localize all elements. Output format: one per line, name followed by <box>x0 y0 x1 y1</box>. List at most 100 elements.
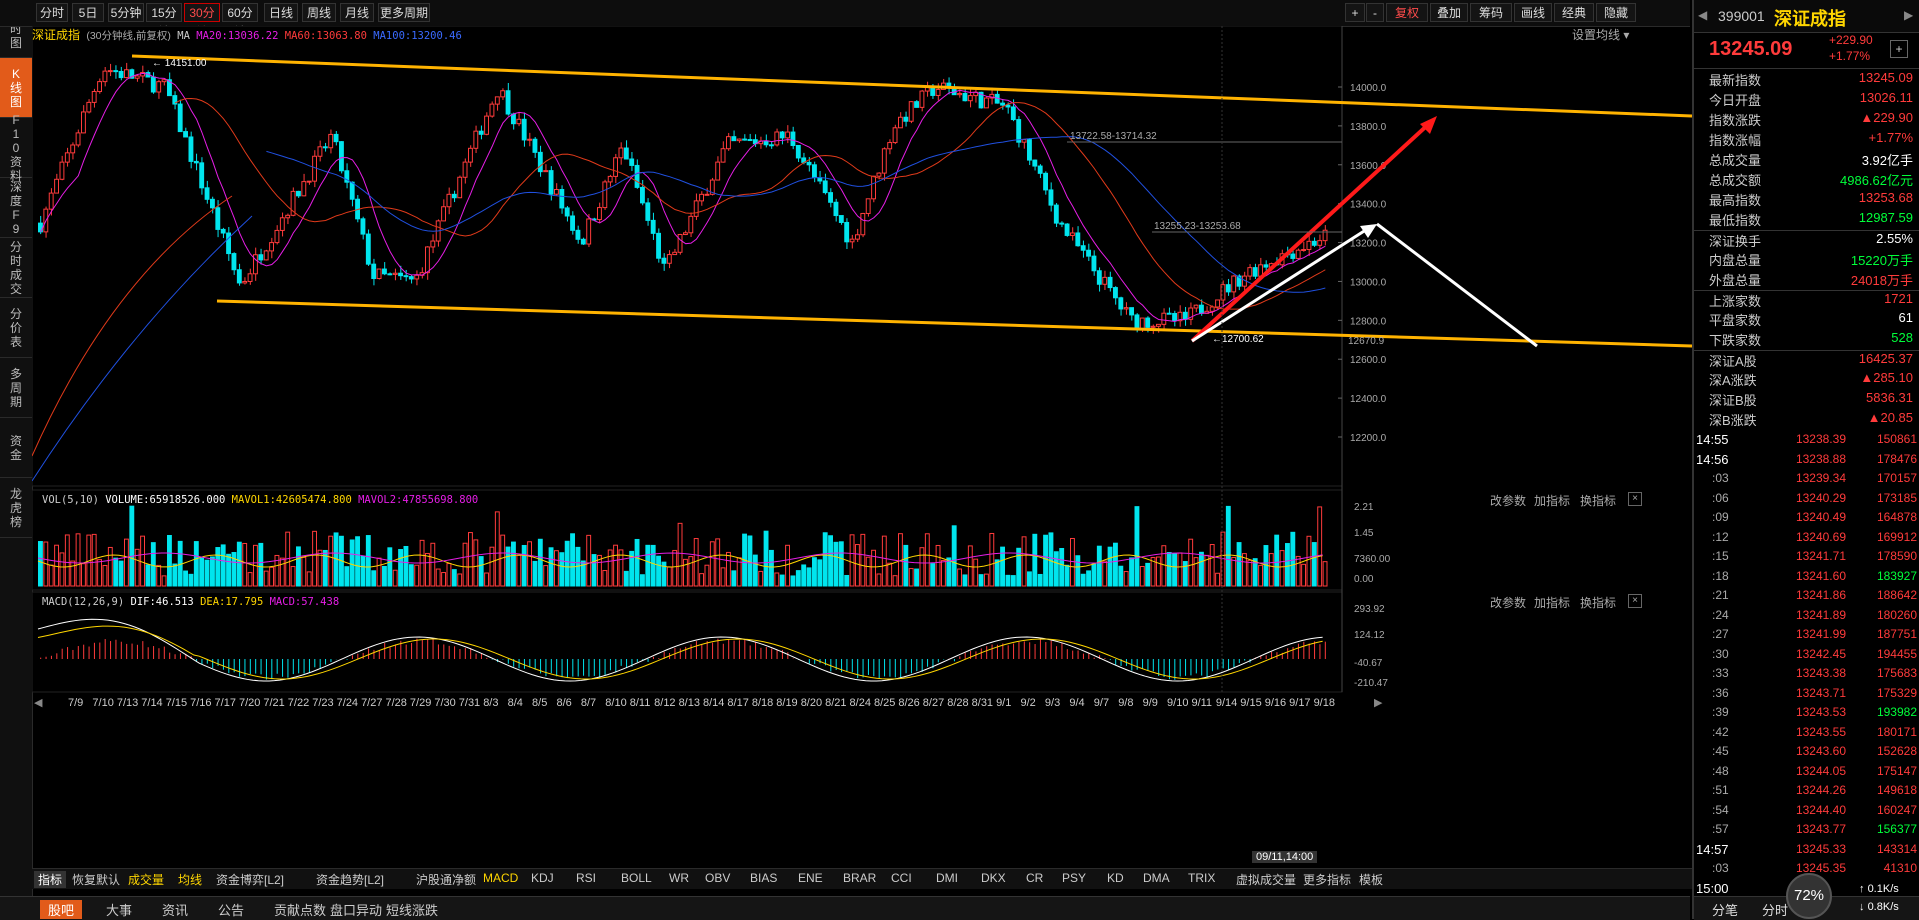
indicator-tab-9[interactable]: RSI <box>576 871 596 885</box>
volume-bar <box>226 553 231 587</box>
x-tick-label: 7/21 <box>263 697 284 709</box>
indicator-tab-4[interactable]: 资金博弈[L2] <box>216 871 284 888</box>
indicator-tab-11[interactable]: WR <box>669 871 689 885</box>
tick-row: :48 13244.05 175147 <box>1694 764 1919 784</box>
indicator-tab-24[interactable]: 虚拟成交量 <box>1236 871 1296 888</box>
candle-body <box>97 81 102 93</box>
indicator-tab-3[interactable]: 均线 <box>178 871 202 888</box>
period-1[interactable]: 5日 <box>72 3 104 22</box>
toolbar-btn-6[interactable]: 经典 <box>1554 3 1594 22</box>
indicator-tab-21[interactable]: KD <box>1107 871 1124 885</box>
prev-icon[interactable]: ◀ <box>1698 8 1707 22</box>
pane-btn-1-2[interactable]: 换指标 <box>1580 594 1616 611</box>
toolbar-btn-1[interactable]: - <box>1366 3 1384 22</box>
tick-row: :45 13243.60 152628 <box>1694 744 1919 764</box>
period-4[interactable]: 30分钟 <box>184 3 220 39</box>
price-tick-label: 12200.0 <box>1350 433 1387 444</box>
candle-body <box>59 161 65 180</box>
period-8[interactable]: 月线 <box>340 3 374 22</box>
indicator-tab-18[interactable]: DKX <box>981 871 1006 885</box>
pane-btn-1-0[interactable]: 改参数 <box>1490 594 1526 611</box>
volume-bar <box>193 541 199 587</box>
indicator-tab-25[interactable]: 更多指标 <box>1303 871 1351 888</box>
indicator-tab-10[interactable]: BOLL <box>621 871 652 885</box>
indicator-tab-12[interactable]: OBV <box>705 871 730 885</box>
toolbar-btn-0[interactable]: + <box>1345 3 1365 22</box>
bottom-tab-1[interactable]: 大事 <box>106 900 132 919</box>
volume-bar <box>269 566 274 587</box>
period-2[interactable]: 5分钟 <box>108 3 144 22</box>
sidebar-item-8[interactable]: 龙虎榜 <box>0 478 32 538</box>
indicator-tab-26[interactable]: 模板 <box>1359 871 1383 888</box>
sidebar-item-6[interactable]: 多周期 <box>0 358 32 418</box>
candle-body <box>301 181 307 197</box>
candle-body <box>1150 325 1156 328</box>
tab-ticks[interactable]: 分笔 <box>1712 900 1738 919</box>
toolbar-btn-5[interactable]: 画线 <box>1514 3 1552 22</box>
bottom-tab-3[interactable]: 公告 <box>218 900 244 919</box>
indicator-tab-13[interactable]: BIAS <box>750 871 777 885</box>
period-6[interactable]: 日线 <box>264 3 298 22</box>
pane-btn-0-0[interactable]: 改参数 <box>1490 492 1526 509</box>
indicator-tab-8[interactable]: KDJ <box>531 871 554 885</box>
indicator-tab-23[interactable]: TRIX <box>1188 871 1215 885</box>
sidebar-item-1[interactable]: K线图 <box>0 58 32 118</box>
period-7[interactable]: 周线 <box>302 3 336 22</box>
tick-time: :51 <box>1712 783 1729 797</box>
sidebar-item-3[interactable]: 深度F9 <box>0 178 32 238</box>
ma-settings-button[interactable]: 设置均线 ▾ <box>1572 26 1629 43</box>
period-9[interactable]: 更多周期 <box>378 3 430 22</box>
add-watch-icon[interactable]: + <box>1890 40 1908 58</box>
toolbar-btn-2[interactable]: 复权 <box>1386 3 1428 22</box>
indicator-tab-17[interactable]: DMI <box>936 871 958 885</box>
candle-body <box>634 164 640 188</box>
volume-bar <box>64 534 70 587</box>
close-pane-icon[interactable]: × <box>1628 492 1642 506</box>
bottom-tab-0[interactable]: 股吧 <box>40 900 83 919</box>
indicator-tab-7[interactable]: MACD <box>483 871 518 885</box>
bottom-tab-5[interactable]: 盘口异动 <box>330 900 382 919</box>
kline-chart-svg[interactable]: 14000.013800.013600.013400.013200.013000… <box>32 26 1692 886</box>
toolbar-btn-3[interactable]: 叠加 <box>1430 3 1468 22</box>
indicator-tab-19[interactable]: CR <box>1026 871 1043 885</box>
close-pane-icon[interactable]: × <box>1628 594 1642 608</box>
indicator-tab-16[interactable]: CCI <box>891 871 912 885</box>
pane-btn-0-1[interactable]: 加指标 <box>1534 492 1570 509</box>
indicator-tab-2[interactable]: 成交量 <box>128 871 164 888</box>
indicator-tab-6[interactable]: 沪股通净额 <box>416 871 476 888</box>
kline-chart-area[interactable]: 14000.0 13800.0 13600.0 13400.0 13200.0 13000… <box>32 26 1692 886</box>
sidebar-item-2[interactable]: F10资料 <box>0 113 32 183</box>
volume-bar <box>113 557 119 587</box>
indicator-tab-22[interactable]: DMA <box>1143 871 1170 885</box>
pane-btn-1-1[interactable]: 加指标 <box>1534 594 1570 611</box>
period-5[interactable]: 60分钟 <box>222 3 258 39</box>
indicator-tab-0[interactable]: 指标 <box>34 871 67 888</box>
bottom-tab-4[interactable]: 贡献点数 <box>274 900 326 919</box>
quote-row: 下跌家数 528 <box>1694 330 1919 350</box>
volume-bar <box>666 566 672 587</box>
indicator-tab-1[interactable]: 恢复默认 <box>72 871 120 888</box>
volume-bar <box>758 570 764 587</box>
net-speed-gauge[interactable]: 72% <box>1786 873 1832 919</box>
volume-bar <box>494 511 500 587</box>
period-0[interactable]: 分时 <box>36 3 68 22</box>
toolbar-btn-7[interactable]: 隐藏 <box>1596 3 1636 22</box>
indicator-tab-15[interactable]: BRAR <box>843 871 876 885</box>
sidebar-item-5[interactable]: 分价表 <box>0 298 32 358</box>
next-icon[interactable]: ▶ <box>1904 8 1913 22</box>
tab-timeshare[interactable]: 分时 <box>1762 900 1788 919</box>
sidebar-item-7[interactable]: 资金 <box>0 418 32 478</box>
indicator-tab-14[interactable]: ENE <box>798 871 823 885</box>
bottom-tab-2[interactable]: 资讯 <box>162 900 188 919</box>
x-tick-label: 7/10 <box>92 697 113 709</box>
bottom-tab-6[interactable]: 短线涨跌 <box>386 900 438 919</box>
toolbar-btn-4[interactable]: 筹码 <box>1470 3 1512 22</box>
indicator-tab-20[interactable]: PSY <box>1062 871 1086 885</box>
pane-btn-0-2[interactable]: 换指标 <box>1580 492 1616 509</box>
indicator-tab-5[interactable]: 资金趋势[L2] <box>316 871 384 888</box>
x-tick-label: 8/19 <box>776 697 797 709</box>
tick-volume: 173185 <box>1876 490 1917 505</box>
period-3[interactable]: 15分钟 <box>146 3 182 39</box>
candle-body <box>876 172 882 177</box>
sidebar-item-4[interactable]: 分时成交 <box>0 238 32 298</box>
